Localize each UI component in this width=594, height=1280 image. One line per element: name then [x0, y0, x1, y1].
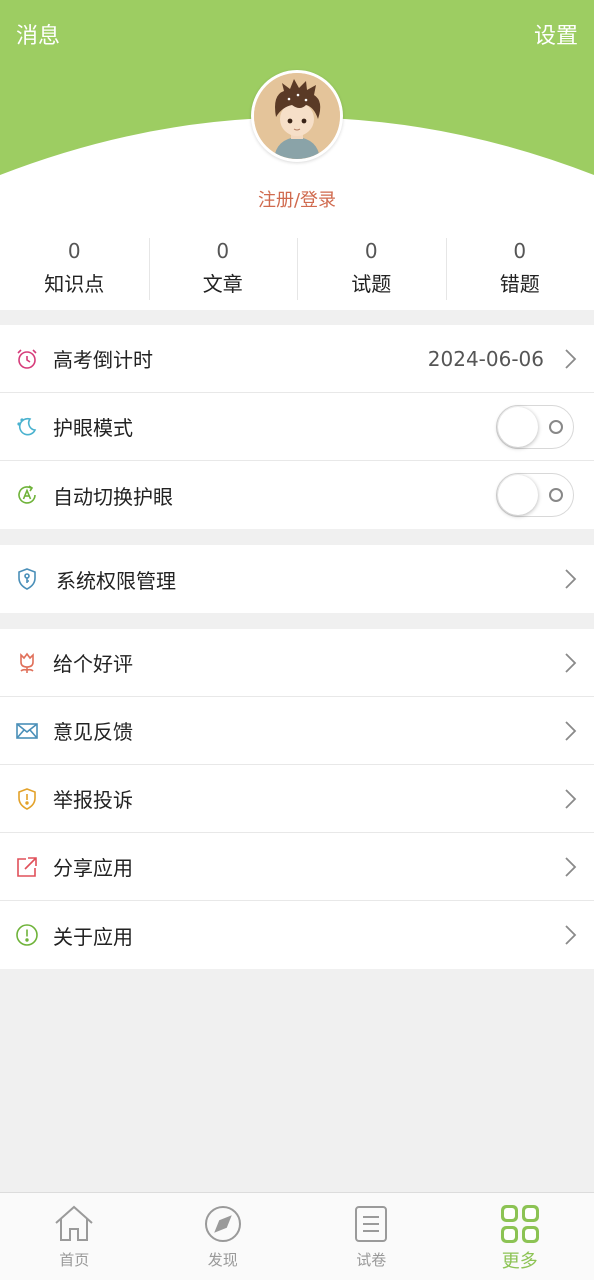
compass-icon [204, 1206, 241, 1242]
toggle-off-indicator [549, 419, 563, 434]
eye-mode-toggle[interactable] [496, 404, 574, 449]
tab-label: 试卷 [356, 1251, 387, 1269]
stat-label: 知识点 [44, 272, 105, 296]
eye-mode-row: 护眼模式 [0, 393, 594, 461]
tab-label: 更多 [501, 1251, 538, 1272]
grid-icon [500, 1205, 539, 1243]
stat-label: 文章 [202, 272, 243, 296]
chevron-right-icon [565, 788, 577, 809]
tab-label: 发现 [207, 1251, 238, 1269]
stat-value: 0 [67, 239, 81, 263]
tab-home[interactable]: 首页 [0, 1193, 149, 1280]
stat-articles[interactable]: 0 文章 [148, 236, 298, 302]
toggle-knob [498, 406, 538, 447]
profile-page: 消息 设置 注册/登录 0 知识点 0 文章 0 试题 0 错题 高考倒计时 2… [0, 0, 594, 1280]
settings-section-system: 系统权限管理 [0, 545, 594, 613]
permissions-label: 系统权限管理 [56, 568, 176, 593]
stat-wrong-questions[interactable]: 0 错题 [445, 236, 594, 302]
stat-value: 0 [513, 239, 527, 263]
feedback-row[interactable]: 意见反馈 [0, 697, 594, 765]
rate-app-label: 给个好评 [53, 652, 133, 676]
countdown-label: 高考倒计时 [53, 348, 153, 372]
messages-button[interactable]: 消息 [16, 18, 60, 50]
toggle-knob [498, 475, 538, 515]
countdown-date: 2024-06-06 [427, 346, 544, 371]
chevron-right-icon [565, 720, 577, 741]
report-label: 举报投诉 [53, 788, 133, 812]
share-row[interactable]: 分享应用 [0, 833, 594, 901]
tab-discover[interactable]: 发现 [149, 1193, 298, 1280]
tab-label: 首页 [59, 1251, 90, 1269]
stat-label: 错题 [499, 272, 540, 296]
flower-icon [14, 650, 40, 676]
feedback-label: 意见反馈 [53, 720, 133, 744]
stat-label: 试题 [351, 272, 392, 296]
tab-more[interactable]: 更多 [446, 1193, 594, 1280]
avatar[interactable] [251, 70, 343, 162]
bottom-tab-bar: 首页 发现 试卷 更多 [0, 1192, 594, 1280]
auto-eye-label: 自动切换护眼 [53, 484, 173, 509]
stats-bar: 0 知识点 0 文章 0 试题 0 错题 [0, 236, 594, 302]
eye-mode-label: 护眼模式 [53, 416, 133, 440]
auto-eye-row: 自动切换护眼 [0, 461, 594, 529]
login-register-link: 注册/登录 [0, 186, 594, 212]
moon-icon [14, 414, 40, 440]
permissions-row[interactable]: 系统权限管理 [0, 545, 594, 613]
about-row[interactable]: 关于应用 [0, 901, 594, 969]
report-row[interactable]: 举报投诉 [0, 765, 594, 833]
chevron-right-icon [565, 652, 577, 673]
auto-eye-toggle[interactable] [496, 473, 574, 517]
chevron-right-icon [565, 569, 577, 589]
share-label: 分享应用 [53, 856, 133, 880]
auto-a-icon [14, 482, 40, 508]
login-register-button[interactable]: 注册/登录 [258, 190, 336, 211]
rate-app-row[interactable]: 给个好评 [0, 629, 594, 697]
alarm-clock-icon [14, 346, 40, 372]
profile-header: 消息 设置 注册/登录 0 知识点 0 文章 0 试题 0 错题 [0, 0, 594, 310]
stat-value: 0 [364, 239, 378, 263]
stat-questions[interactable]: 0 试题 [297, 236, 446, 302]
settings-section-study: 高考倒计时 2024-06-06 护眼模式 自动切换护眼 [0, 325, 594, 529]
countdown-row[interactable]: 高考倒计时 2024-06-06 [0, 325, 594, 393]
stat-knowledge[interactable]: 0 知识点 [0, 236, 149, 302]
chevron-right-icon [565, 348, 577, 369]
settings-button[interactable]: 设置 [534, 18, 578, 50]
mail-icon [14, 718, 40, 744]
tab-papers[interactable]: 试卷 [297, 1193, 446, 1280]
paper-icon [355, 1206, 388, 1242]
home-icon [55, 1205, 93, 1241]
about-label: 关于应用 [53, 924, 133, 949]
settings-section-app: 给个好评 意见反馈 举报投诉 分享应用 关于应用 [0, 629, 594, 969]
toggle-off-indicator [549, 488, 563, 502]
share-icon [14, 854, 40, 880]
chevron-right-icon [565, 925, 577, 945]
shield-key-icon [14, 566, 40, 592]
chevron-right-icon [565, 856, 577, 877]
info-circle-icon [14, 922, 40, 948]
warning-shield-icon [14, 786, 40, 812]
stat-value: 0 [216, 239, 230, 263]
